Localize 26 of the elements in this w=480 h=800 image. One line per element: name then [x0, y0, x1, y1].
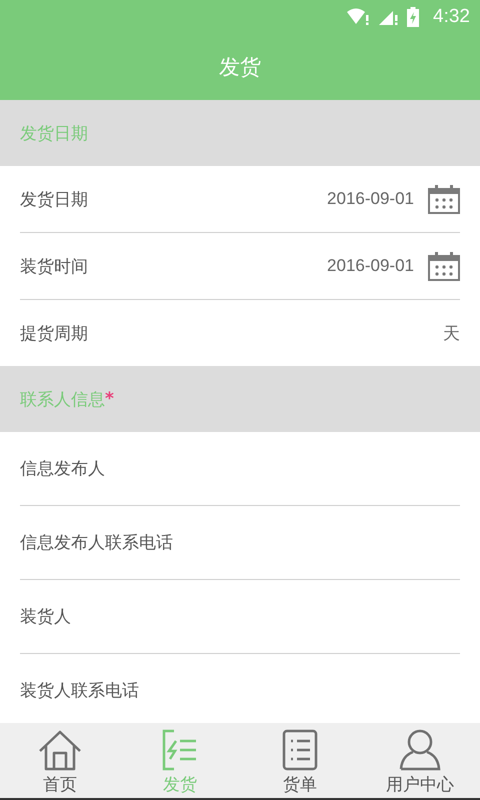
field-label: 信息发布人联系电话: [20, 532, 174, 554]
date-value[interactable]: 2016-09-01: [327, 189, 414, 209]
calendar-icon[interactable]: [428, 184, 460, 214]
wifi-icon: [347, 8, 372, 26]
date-value[interactable]: 2016-09-01: [327, 256, 414, 276]
field-label: 装货人: [20, 606, 72, 628]
page-title: 发货: [219, 54, 261, 80]
battery-icon: [407, 6, 420, 26]
field-label: 提货周期: [20, 322, 89, 344]
calendar-icon[interactable]: [428, 251, 460, 281]
person-icon: [398, 729, 442, 771]
unit-label: 天: [443, 322, 460, 344]
field-label: 装货人联系电话: [20, 680, 140, 702]
lightning-list-icon: [162, 729, 198, 771]
field-label: 信息发布人: [20, 458, 106, 480]
clock-time: 4:32: [433, 6, 470, 28]
required-mark: *: [105, 389, 114, 409]
nav-tab[interactable]: 货单: [240, 723, 360, 798]
list-icon: [282, 729, 318, 771]
nav-tab[interactable]: 首页: [0, 723, 120, 798]
section-title: 联系人信息: [20, 388, 105, 410]
house-icon: [38, 729, 82, 771]
nav-tab[interactable]: 用户中心: [360, 723, 480, 798]
field-label: 发货日期: [20, 188, 89, 210]
field-label: 装货时间: [20, 256, 89, 278]
section-title: 发货日期: [20, 122, 88, 144]
